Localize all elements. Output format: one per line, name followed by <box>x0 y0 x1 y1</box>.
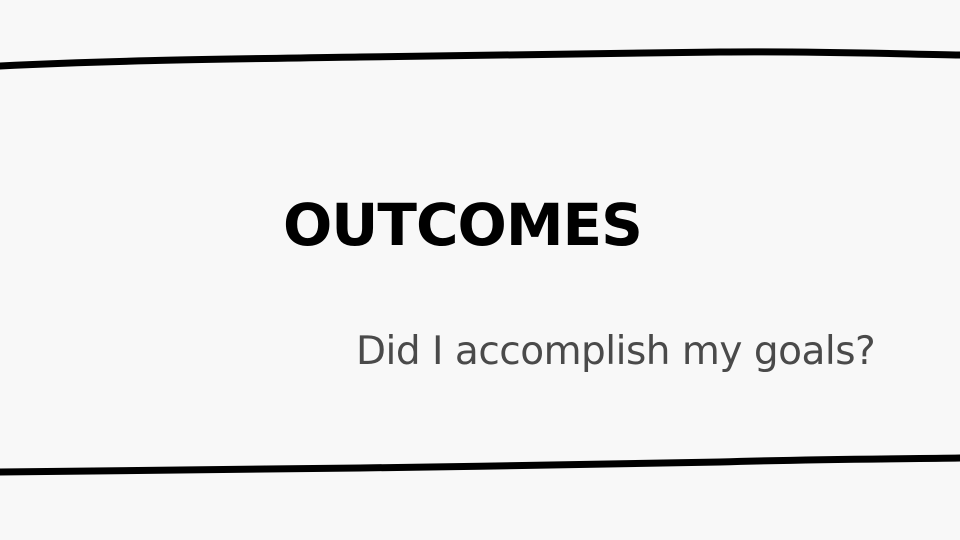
slide-subtitle: Did I accomplish my goals? <box>356 329 876 374</box>
slide-title: OUTCOMES <box>283 191 643 259</box>
slide: OUTCOMES Did I accomplish my goals? <box>0 0 960 540</box>
bottom-hand-drawn-rule <box>0 454 960 476</box>
top-hand-drawn-rule <box>0 48 960 70</box>
